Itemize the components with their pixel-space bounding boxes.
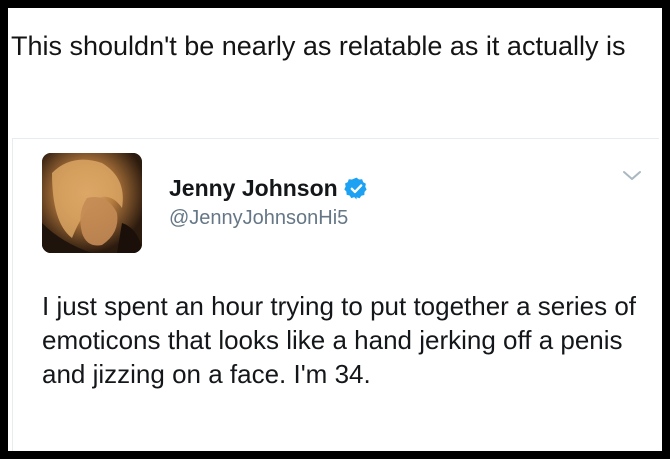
screenshot-frame: This shouldn't be nearly as relatable as… xyxy=(8,8,662,451)
post-caption: This shouldn't be nearly as relatable as… xyxy=(11,31,626,61)
avatar[interactable] xyxy=(42,153,142,253)
tweet-author[interactable]: Jenny Johnson @JennyJohnsonHi5 xyxy=(169,173,369,230)
author-name-row: Jenny Johnson xyxy=(169,173,369,203)
verified-badge-icon xyxy=(344,176,369,201)
author-handle[interactable]: @JennyJohnsonHi5 xyxy=(169,207,369,230)
embedded-tweet[interactable]: Jenny Johnson @JennyJohnsonHi5 I just sp… xyxy=(12,138,659,451)
avatar-photo xyxy=(42,153,142,253)
author-display-name[interactable]: Jenny Johnson xyxy=(169,175,338,202)
tweet-text: I just spent an hour trying to put toget… xyxy=(42,291,637,389)
chevron-down-icon[interactable] xyxy=(621,169,643,183)
